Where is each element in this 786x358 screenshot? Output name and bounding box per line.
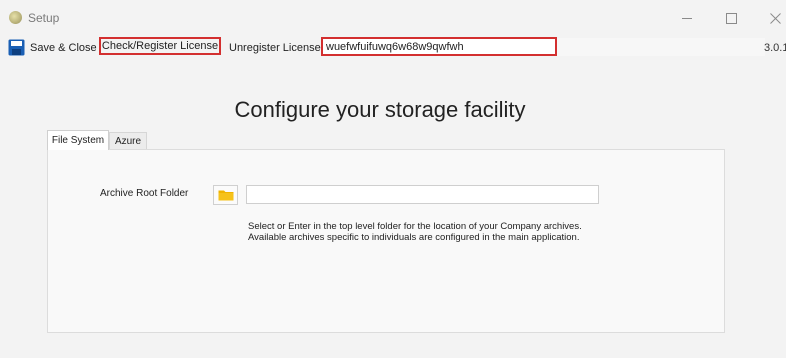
maximize-button[interactable]	[708, 4, 754, 32]
license-key-input[interactable]	[321, 37, 557, 56]
version-label: 3.0.1	[764, 42, 786, 54]
app-icon	[9, 11, 22, 24]
help-text-line-2: Available archives specific to individua…	[248, 232, 580, 243]
check-register-license-button[interactable]: Check/Register License	[99, 37, 221, 55]
save-close-button[interactable]: Save & Close	[30, 42, 97, 54]
tab-file-system[interactable]: File System	[47, 130, 109, 150]
help-text-line-1: Select or Enter in the top level folder …	[248, 221, 582, 232]
unregister-license-button[interactable]: Unregister License	[229, 42, 321, 54]
toolbar: Save & Close Check/Register License Unre…	[0, 36, 786, 60]
maximize-icon	[725, 12, 737, 24]
tab-azure[interactable]: Azure	[109, 132, 147, 150]
close-icon	[769, 12, 781, 24]
page-heading: Configure your storage facility	[234, 97, 526, 122]
archive-help-text: Select or Enter in the top level folder …	[248, 221, 582, 243]
browse-folder-button[interactable]	[213, 185, 238, 205]
setup-window: Setup Save & Close Check/Register Licens…	[0, 0, 786, 358]
title-bar: Setup	[0, 0, 786, 34]
toolbar-spacer	[557, 38, 765, 56]
close-button[interactable]	[752, 4, 786, 32]
archive-root-folder-input[interactable]	[246, 185, 599, 204]
minimize-button[interactable]	[664, 4, 710, 32]
archive-root-folder-label: Archive Root Folder	[100, 188, 189, 199]
window-title: Setup	[28, 11, 60, 25]
save-icon[interactable]	[8, 39, 25, 56]
folder-icon	[218, 190, 233, 201]
minimize-icon	[682, 17, 692, 19]
